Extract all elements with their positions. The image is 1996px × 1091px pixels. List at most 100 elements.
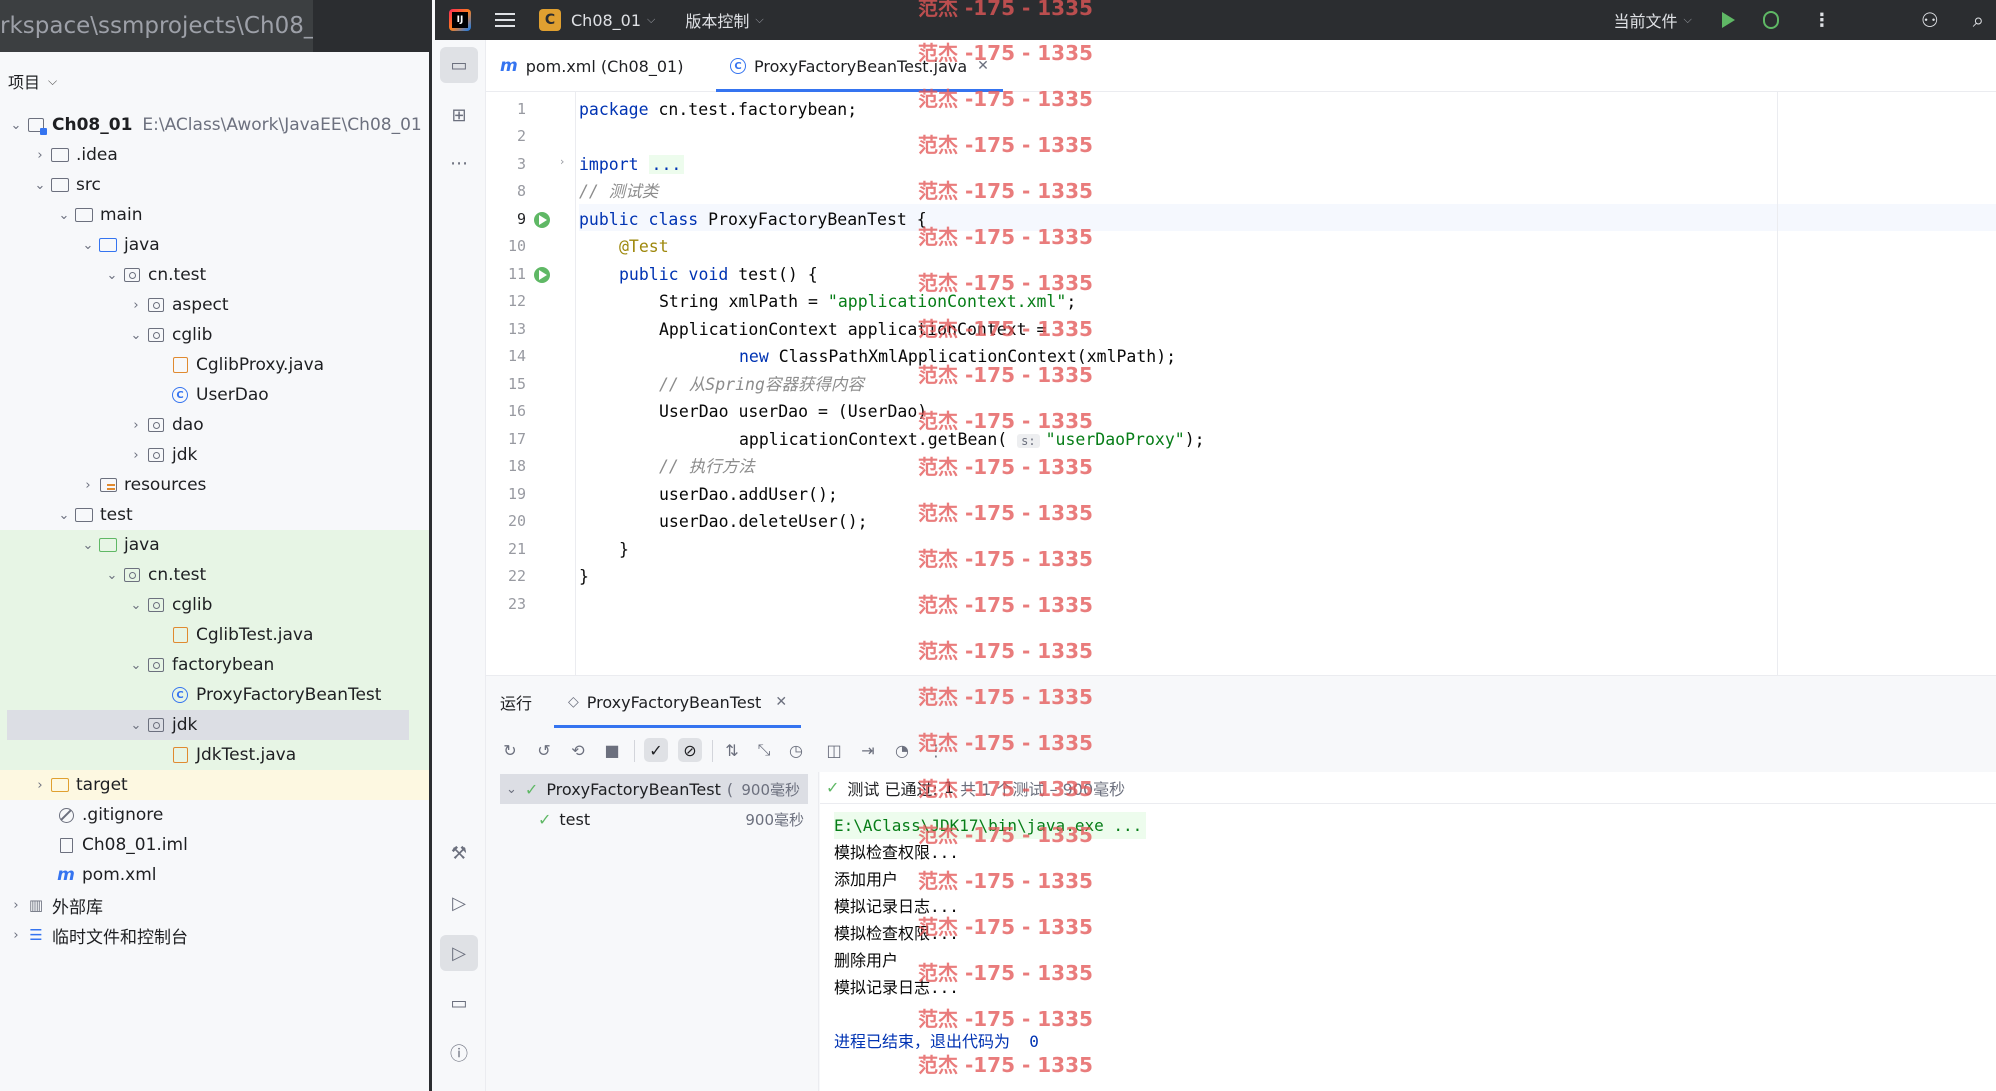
toggle-auto-test-icon[interactable]: ⟲ xyxy=(566,738,590,762)
tree-item-module[interactable]: ⌄ Ch08_01 E:\AClass\Awork\JavaEE\Ch08_01 xyxy=(0,110,429,140)
run-icon[interactable] xyxy=(1721,12,1735,28)
tree-item-aspect[interactable]: › aspect xyxy=(0,290,429,320)
import-tests-icon[interactable]: ⇥ xyxy=(856,738,880,762)
chevron-right-icon[interactable]: › xyxy=(6,928,26,943)
watermark-text: 范杰 -175 - 1335 xyxy=(918,271,1093,295)
run-config-selector[interactable]: 当前文件 xyxy=(1614,8,1678,32)
tree-item-package[interactable]: ⌄ cn.test xyxy=(0,560,429,590)
run-tool-icon[interactable]: ▷ xyxy=(440,935,478,971)
debug-icon[interactable] xyxy=(1762,11,1779,29)
chevron-down-icon[interactable]: ⌄ xyxy=(78,238,98,253)
tree-item-cglib[interactable]: ⌄ cglib xyxy=(0,320,429,350)
chevron-right-icon[interactable]: › xyxy=(126,448,146,463)
tree-item-file[interactable]: JdkTest.java xyxy=(0,740,429,770)
chevron-down-icon[interactable]: ⌄ xyxy=(78,538,98,553)
chevron-down-icon[interactable]: ⌄ xyxy=(102,568,122,583)
tree-item-main-java[interactable]: ⌄ java xyxy=(0,230,429,260)
tree-item-cglib[interactable]: ⌄ cglib xyxy=(0,590,429,620)
chevron-down-icon[interactable]: ⌄ xyxy=(54,208,74,223)
tree-item-file[interactable]: .gitignore xyxy=(0,800,429,830)
stop-icon[interactable]: ■ xyxy=(600,738,624,762)
tree-item-main[interactable]: ⌄ main xyxy=(0,200,429,230)
tree-item-target[interactable]: › target xyxy=(0,770,429,800)
show-passed-icon[interactable]: ✓ xyxy=(644,738,668,762)
chevron-down-icon[interactable]: ⌵ xyxy=(647,13,655,27)
search-icon[interactable]: ⌕ xyxy=(1973,8,1984,32)
watermark-text: 范杰 -175 - 1335 xyxy=(918,915,1093,939)
history-icon[interactable]: ◷ xyxy=(784,738,808,762)
run-test-class-icon[interactable] xyxy=(534,212,550,228)
git-tool-icon[interactable]: ⑂ xyxy=(440,1080,478,1091)
tree-item-jdk[interactable]: › jdk xyxy=(0,440,429,470)
tree-item-idea[interactable]: › .idea xyxy=(0,140,429,170)
tree-item-factorybean[interactable]: ⌄ factorybean xyxy=(0,650,429,680)
tree-item-package[interactable]: ⌄ cn.test xyxy=(0,260,429,290)
collapse-icon[interactable]: ⤡ xyxy=(752,738,776,762)
chevron-down-icon[interactable]: ⌄ xyxy=(126,718,146,733)
more-actions-icon[interactable]: ⋮ xyxy=(1813,10,1831,31)
code-line: public void test() { xyxy=(619,265,818,284)
tree-item-external-libraries[interactable]: › ▥ 外部库 xyxy=(0,890,429,920)
project-tool-icon[interactable]: ▭ xyxy=(440,47,478,83)
tree-item-resources[interactable]: › resources xyxy=(0,470,429,500)
test-tree-method[interactable]: ✓ test 900毫秒 xyxy=(496,804,818,834)
services-tool-icon[interactable]: ▷ xyxy=(440,885,478,921)
fold-icon[interactable]: › xyxy=(560,155,564,168)
rerun-icon[interactable]: ↻ xyxy=(498,738,522,762)
tree-item-file[interactable]: CglibTest.java xyxy=(0,620,429,650)
run-tab[interactable]: ◇ ProxyFactoryBeanTest ✕ xyxy=(553,676,802,728)
project-switcher[interactable]: Ch08_01 xyxy=(571,11,641,30)
tree-item-class[interactable]: C ProxyFactoryBeanTest xyxy=(0,680,429,710)
chevron-right-icon[interactable]: › xyxy=(78,478,98,493)
show-ignored-icon[interactable]: ⊘ xyxy=(678,738,702,762)
chevron-down-icon[interactable]: ⌄ xyxy=(54,508,74,523)
project-badge-icon[interactable]: C xyxy=(539,9,561,31)
problems-tool-icon[interactable]: ⓘ xyxy=(440,1035,478,1071)
chevron-right-icon[interactable]: › xyxy=(126,418,146,433)
tree-item-file[interactable]: m pom.xml xyxy=(0,860,429,890)
rerun-failed-icon[interactable]: ↺ xyxy=(532,738,556,762)
chevron-down-icon[interactable]: ⌵ xyxy=(755,13,763,27)
tab-pom-xml[interactable]: m pom.xml (Ch08_01) xyxy=(500,40,683,92)
chevron-down-icon[interactable]: ⌄ xyxy=(6,118,26,133)
tree-item-src[interactable]: ⌄ src xyxy=(0,170,429,200)
tree-item-scratches[interactable]: › ☰ 临时文件和控制台 xyxy=(0,920,429,950)
structure-tool-icon[interactable]: ⊞ xyxy=(440,97,478,133)
sort-icon[interactable]: ⇅ xyxy=(720,738,744,762)
code-editor[interactable]: 1 2 3 › 8 9 10 11 12 13 14 15 16 17 18 1… xyxy=(486,92,1996,675)
chevron-down-icon[interactable]: ⌵ xyxy=(1684,13,1692,27)
tree-item-file[interactable]: Ch08_01.iml xyxy=(0,830,429,860)
build-tool-icon[interactable]: ⚒ xyxy=(440,835,478,871)
test-tree-root[interactable]: ⌄ ✓ ProxyFactoryBeanTest ( 900毫秒 xyxy=(500,774,808,804)
tree-item-file[interactable]: CglibProxy.java xyxy=(0,350,429,380)
coverage-icon[interactable]: ◔ xyxy=(890,738,914,762)
module-path: E:\AClass\Awork\JavaEE\Ch08_01 xyxy=(142,115,422,135)
close-icon[interactable]: ✕ xyxy=(775,694,787,710)
chevron-down-icon[interactable]: ⌄ xyxy=(126,328,146,343)
add-user-icon[interactable]: ⚇ xyxy=(1921,8,1939,32)
toolbar-separator xyxy=(712,740,713,762)
chevron-right-icon[interactable]: › xyxy=(126,298,146,313)
tree-item-dao[interactable]: › dao xyxy=(0,410,429,440)
chevron-down-icon[interactable]: ⌄ xyxy=(102,268,122,283)
run-test-method-icon[interactable] xyxy=(534,267,550,283)
tree-item-test[interactable]: ⌄ test xyxy=(0,500,429,530)
chevron-right-icon[interactable]: › xyxy=(6,898,26,913)
tab-label: pom.xml (Ch08_01) xyxy=(525,56,684,76)
main-menu-icon[interactable] xyxy=(495,9,515,31)
chevron-right-icon[interactable]: › xyxy=(30,778,50,793)
more-tools-icon[interactable]: ⋯ xyxy=(440,145,478,181)
folded-imports[interactable]: ... xyxy=(648,155,685,174)
screenshot-icon[interactable]: ◫ xyxy=(822,738,846,762)
chevron-right-icon[interactable]: › xyxy=(30,148,50,163)
chevron-down-icon[interactable]: ⌄ xyxy=(126,598,146,613)
tree-item-test-java[interactable]: ⌄ java xyxy=(0,530,429,560)
vcs-menu[interactable]: 版本控制 xyxy=(685,8,749,32)
chevron-down-icon[interactable]: ⌄ xyxy=(30,178,50,193)
tree-item-jdk-selected[interactable]: ⌄ jdk xyxy=(7,710,409,740)
chevron-down-icon[interactable]: ⌄ xyxy=(126,658,146,673)
chevron-down-icon[interactable]: ⌄ xyxy=(506,782,517,797)
tree-item-class[interactable]: C UserDao xyxy=(0,380,429,410)
terminal-tool-icon[interactable]: ▭ xyxy=(440,985,478,1021)
project-view-selector[interactable]: 项目 ⌵ xyxy=(0,52,429,110)
